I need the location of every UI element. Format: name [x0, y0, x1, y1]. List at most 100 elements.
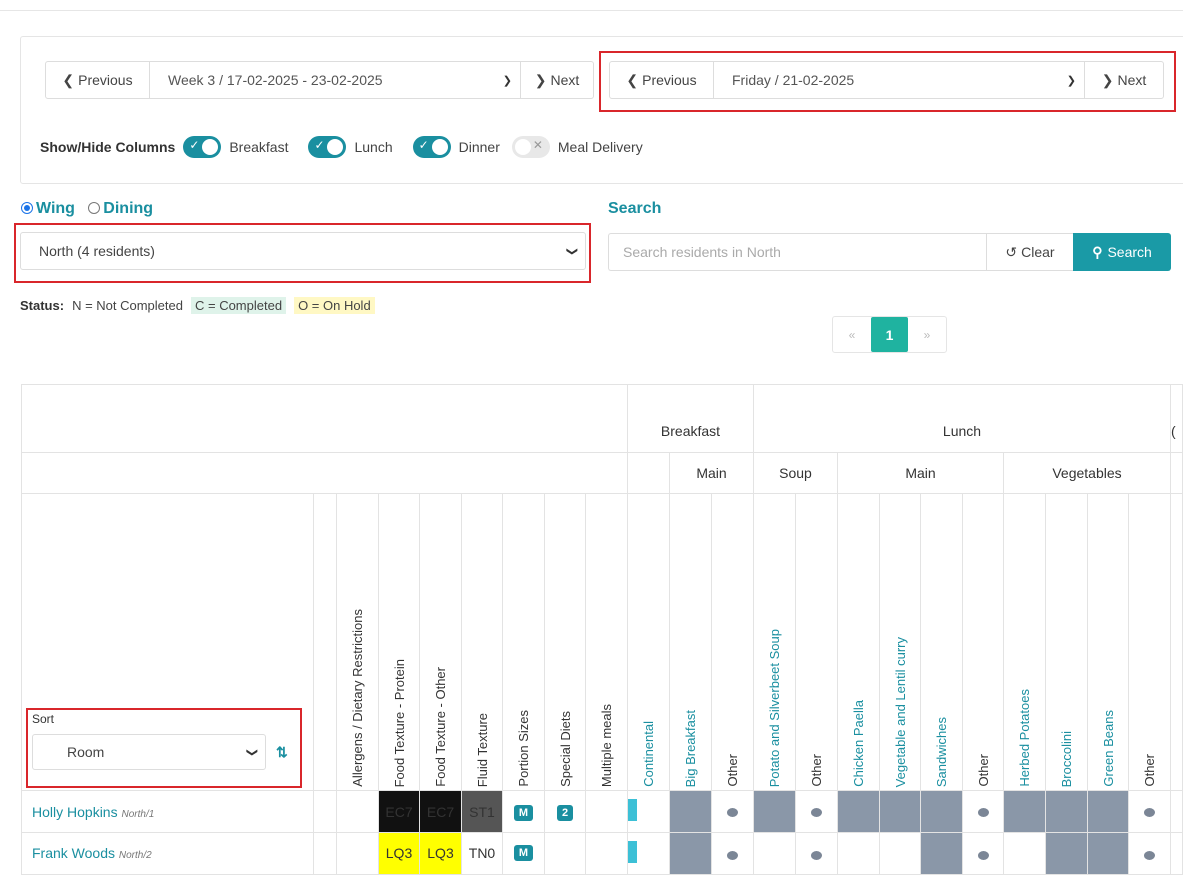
- comment-icon[interactable]: [727, 807, 738, 817]
- col-food-texture-protein: Food Texture - Protein: [378, 493, 420, 791]
- special-diets-badge[interactable]: 2: [556, 804, 574, 821]
- col-special-diets: Special Diets: [544, 493, 586, 791]
- fluid-texture-cell: ST1: [461, 790, 503, 833]
- meal-cell[interactable]: [1087, 790, 1129, 833]
- page-next-button[interactable]: »: [908, 317, 946, 352]
- other-texture-cell: EC7: [419, 790, 462, 833]
- dinner-toggle[interactable]: ✓: [412, 136, 451, 158]
- search-button[interactable]: ⚲ Search: [1073, 233, 1171, 271]
- group-header-row: Breakfast Lunch (: [21, 384, 1183, 453]
- chevron-left-icon: ❮: [62, 71, 75, 88]
- comment-icon[interactable]: [1144, 851, 1155, 860]
- meal-cell[interactable]: [669, 832, 712, 875]
- col-multiple-meals: Multiple meals: [585, 493, 628, 791]
- meal-cell[interactable]: [753, 832, 796, 875]
- comment-icon[interactable]: [811, 807, 822, 817]
- portion-badge: M: [513, 845, 534, 861]
- meal-cell[interactable]: [1045, 832, 1088, 875]
- col-continental[interactable]: Continental: [627, 493, 670, 791]
- chevron-right-icon: ❯: [534, 71, 547, 88]
- col-main-other: Other: [962, 493, 1004, 791]
- col-soup[interactable]: Potato and Silverbeet Soup: [753, 493, 796, 791]
- subgroup-header-row: Main Soup Main Vegetables: [21, 452, 1183, 494]
- continental-selection-bar: [628, 799, 637, 821]
- dinner-group-header: (: [1170, 384, 1183, 453]
- meal-grid: Breakfast Lunch ( Main Soup Main Vegetab…: [21, 384, 1183, 875]
- view-mode-radios: Wing Dining: [21, 200, 153, 218]
- meal-cell[interactable]: [879, 832, 921, 875]
- col-breakfast-other: Other: [711, 493, 754, 791]
- meal-cell[interactable]: [1003, 832, 1046, 875]
- meal-delivery-toggle[interactable]: ✕: [511, 136, 550, 158]
- meal-cell[interactable]: [837, 832, 880, 875]
- col-allergens: Allergens / Dietary Restrictions: [336, 493, 379, 791]
- breakfast-main-header: Main: [669, 452, 754, 494]
- meal-cell[interactable]: [1045, 790, 1088, 833]
- dining-radio[interactable]: Dining: [88, 200, 153, 217]
- search-input[interactable]: Search residents in North: [608, 233, 987, 271]
- comment-icon[interactable]: [811, 851, 822, 860]
- lunch-toggle[interactable]: ✓: [308, 136, 347, 158]
- col-lentil-curry[interactable]: Vegetable and Lentil curry: [879, 493, 921, 791]
- week-next-label: Next: [550, 72, 580, 88]
- resident-name-link[interactable]: Frank Woods: [32, 845, 115, 861]
- comment-icon[interactable]: [977, 851, 989, 860]
- week-next-button[interactable]: ❯ Next: [521, 62, 593, 98]
- lunch-group-header: Lunch: [753, 384, 1171, 453]
- status-not-completed: N = Not Completed: [72, 298, 183, 313]
- undo-icon: ↺: [1005, 243, 1018, 260]
- page-1-button[interactable]: 1: [871, 317, 908, 352]
- col-green-beans[interactable]: Green Beans: [1087, 493, 1129, 791]
- col-sandwiches[interactable]: Sandwiches: [920, 493, 963, 791]
- resident-room: North/1: [121, 808, 155, 820]
- meal-cell[interactable]: [920, 832, 963, 875]
- col-soup-other: Other: [795, 493, 838, 791]
- breakfast-toggle[interactable]: ✓: [183, 136, 222, 158]
- column-toggles: Show/Hide Columns ✓ Breakfast ✓ Lunch ✓ …: [40, 136, 643, 158]
- comment-icon[interactable]: [727, 851, 738, 860]
- meal-cell[interactable]: [879, 790, 921, 833]
- lunch-main-header: Main: [837, 452, 1004, 494]
- col-big-breakfast[interactable]: Big Breakfast: [669, 493, 712, 791]
- meal-cell[interactable]: [837, 790, 880, 833]
- week-previous-button[interactable]: ❮ Previous: [46, 62, 149, 98]
- status-on-hold: O = On Hold: [294, 297, 375, 314]
- other-texture-cell: LQ3: [419, 832, 462, 875]
- wing-select-highlight: [14, 223, 591, 283]
- lunch-vegetables-header: Vegetables: [1003, 452, 1171, 494]
- protein-texture-cell: LQ3: [378, 832, 420, 875]
- week-select-value: Week 3 / 17-02-2025 - 23-02-2025: [168, 72, 383, 88]
- status-legend: Status: N = Not Completed C = Completed …: [20, 297, 375, 314]
- page-previous-button[interactable]: «: [833, 317, 871, 352]
- table-row: Frank Woods North/2 LQ3 LQ3 TN0 M: [21, 832, 1183, 875]
- week-select[interactable]: Week 3 / 17-02-2025 - 23-02-2025 ❯: [149, 62, 521, 98]
- dinner-toggle-label: Dinner: [458, 139, 500, 155]
- meal-cell[interactable]: [753, 790, 796, 833]
- portion-badge: M: [513, 804, 534, 821]
- column-toggles-label: Show/Hide Columns: [40, 139, 176, 155]
- sort-highlight: [26, 708, 302, 788]
- col-chicken-paella[interactable]: Chicken Paella: [837, 493, 880, 791]
- top-divider: [0, 10, 1183, 11]
- resident-cell: Frank Woods North/2: [21, 832, 314, 875]
- week-navigator: ❮ Previous Week 3 / 17-02-2025 - 23-02-2…: [45, 61, 594, 99]
- clear-label: Clear: [1021, 244, 1055, 260]
- lunch-soup-header: Soup: [753, 452, 838, 494]
- clear-button[interactable]: ↺ Clear: [986, 233, 1074, 271]
- meal-cell[interactable]: [1003, 790, 1046, 833]
- wing-radio[interactable]: Wing: [21, 200, 75, 217]
- meal-cell[interactable]: [669, 790, 712, 833]
- col-broccolini[interactable]: Broccolini: [1045, 493, 1088, 791]
- status-completed: C = Completed: [190, 297, 287, 314]
- col-food-texture-other: Food Texture - Other: [419, 493, 462, 791]
- col-veg-other: Other: [1128, 493, 1171, 791]
- lunch-toggle-label: Lunch: [354, 139, 393, 155]
- meal-cell[interactable]: [920, 790, 963, 833]
- meal-cell[interactable]: [1087, 832, 1129, 875]
- protein-texture-cell: EC7: [378, 790, 420, 833]
- resident-name-link[interactable]: Holly Hopkins: [32, 804, 118, 820]
- col-herbed-potatoes[interactable]: Herbed Potatoes: [1003, 493, 1046, 791]
- search-label: Search: [1107, 244, 1152, 260]
- comment-icon[interactable]: [977, 807, 989, 817]
- comment-icon[interactable]: [1144, 807, 1155, 817]
